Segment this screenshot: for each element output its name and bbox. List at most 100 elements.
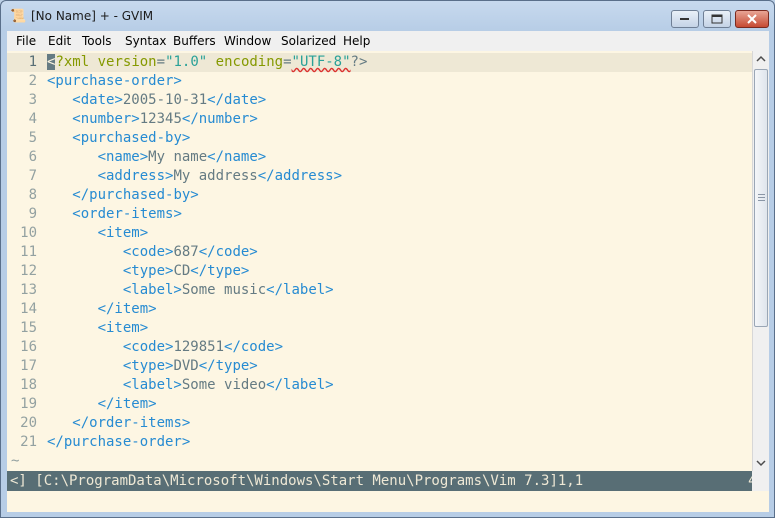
- menu-window[interactable]: Window: [224, 34, 271, 48]
- menu-solarized[interactable]: Solarized: [281, 34, 336, 48]
- attr-value: "UTF-8": [291, 54, 351, 70]
- menu-edit[interactable]: Edit: [48, 34, 71, 48]
- xml-tag: <type>: [122, 358, 174, 374]
- attr-eq: =: [283, 54, 292, 70]
- xml-text: 687: [173, 244, 199, 260]
- code-line: 18 <label>Some video</label>: [7, 376, 752, 395]
- xml-tag: <item>: [97, 320, 149, 336]
- line-number: 18: [20, 377, 37, 393]
- code-line: 13 <label>Some music</label>: [7, 281, 752, 300]
- attr-eq: =: [156, 54, 166, 70]
- code-line: 19 </item>: [7, 395, 752, 414]
- grip-line: [758, 194, 765, 195]
- command-line[interactable]: [7, 491, 769, 512]
- xml-tag: <order-items>: [72, 206, 182, 222]
- attr-value: "1.0": [165, 54, 208, 70]
- line-number: 11: [20, 244, 37, 260]
- window-title: [No Name] + - GVIM: [31, 9, 154, 23]
- xml-tag: <address>: [97, 168, 174, 184]
- maximize-button[interactable]: [703, 10, 731, 28]
- scroll-down-button[interactable]: [753, 454, 769, 471]
- title-bar[interactable]: 📜 [No Name] + - GVIM: [1, 1, 774, 31]
- code-line: 14 </item>: [7, 300, 752, 319]
- line-number: 20: [20, 415, 37, 431]
- line-number: 19: [20, 396, 37, 412]
- code-line: 17 <type>DVD</type>: [7, 357, 752, 376]
- xml-tag: </address>: [257, 168, 343, 184]
- code-line: 7 <address>My address</address>: [7, 167, 752, 186]
- line-number: 1: [28, 54, 37, 70]
- xml-tag: </type>: [190, 263, 250, 279]
- xml-tag: </code>: [224, 339, 284, 355]
- xml-tag: </purchase-order>: [47, 434, 191, 450]
- code-line: 15 <item>: [7, 319, 752, 338]
- minimize-button[interactable]: [671, 10, 699, 28]
- code-line: 11 <code>687</code>: [7, 243, 752, 262]
- xml-text: Some video: [181, 377, 267, 393]
- line-number: 7: [28, 168, 37, 184]
- attr-name: encoding: [215, 54, 284, 70]
- code-line: 4 <number>12345</number>: [7, 110, 752, 129]
- line-number: 8: [28, 187, 37, 203]
- xml-text: 2005-10-31: [122, 92, 208, 108]
- xml-tag: <label>: [122, 282, 182, 298]
- line-number: 4: [28, 111, 37, 127]
- line-number: 21: [20, 434, 37, 450]
- xml-decl-name: xml: [63, 54, 90, 70]
- line-number: 16: [20, 339, 37, 355]
- xml-decl-punct: ?: [55, 54, 64, 70]
- xml-tag: </code>: [198, 244, 258, 260]
- xml-tag: </name>: [207, 149, 267, 165]
- xml-tag: <date>: [72, 92, 123, 108]
- xml-text: Some music: [181, 282, 267, 298]
- xml-tag: <number>: [72, 111, 140, 127]
- xml-text: 12345: [139, 111, 182, 127]
- code-line: 5 <purchased-by>: [7, 129, 752, 148]
- xml-tag: </label>: [266, 377, 334, 393]
- line-number: 10: [20, 225, 37, 241]
- code-line: 3 <date>2005-10-31</date>: [7, 91, 752, 110]
- chevron-down-icon: [756, 460, 766, 467]
- menu-buffers[interactable]: Buffers: [173, 34, 216, 48]
- menu-help[interactable]: Help: [343, 34, 370, 48]
- size-grip[interactable]: [752, 471, 769, 491]
- line-number: 9: [28, 206, 37, 222]
- status-line: <] [C:\ProgramData\Microsoft\Windows\Sta…: [7, 471, 769, 491]
- line-number: 15: [20, 320, 37, 336]
- close-button[interactable]: [735, 10, 769, 28]
- empty-line-marker: ~: [11, 453, 20, 469]
- grip-line: [758, 200, 765, 201]
- code-line: 1 <?xml version="1.0" encoding="UTF-8"?>: [7, 53, 752, 72]
- menu-tools[interactable]: Tools: [82, 34, 112, 48]
- line-number: 3: [28, 92, 37, 108]
- code-line: 8 </purchased-by>: [7, 186, 752, 205]
- line-number: 14: [20, 301, 37, 317]
- code-line: 2 <purchase-order>: [7, 72, 752, 91]
- scroll-up-button[interactable]: [753, 51, 769, 68]
- xml-text: My address: [173, 168, 258, 184]
- code-line: 9 <order-items>: [7, 205, 752, 224]
- scrollbar-thumb[interactable]: [754, 69, 768, 327]
- xml-text: DVD: [173, 358, 199, 374]
- vertical-scrollbar[interactable]: [752, 51, 769, 471]
- xml-tag: </label>: [266, 282, 334, 298]
- xml-tag: </purchased-by>: [72, 187, 199, 203]
- text-editor[interactable]: 1 <?xml version="1.0" encoding="UTF-8"?> …: [7, 51, 752, 471]
- code-line: 21 </purchase-order>: [7, 433, 752, 452]
- line-number: 12: [20, 263, 37, 279]
- xml-text: My name: [148, 149, 208, 165]
- xml-tag: <code>: [122, 339, 174, 355]
- gvim-icon[interactable]: 📜: [10, 9, 26, 24]
- close-icon: [747, 14, 757, 24]
- gvim-window: 📜 [No Name] + - GVIM File Edit Tools Syn…: [0, 0, 775, 518]
- menu-file[interactable]: File: [16, 34, 36, 48]
- line-number: 6: [28, 149, 37, 165]
- xml-tag: </type>: [198, 358, 258, 374]
- minimize-icon: [680, 18, 689, 20]
- xml-decl-close: ?>: [350, 54, 368, 70]
- xml-tag: </number>: [181, 111, 258, 127]
- xml-tag: </date>: [207, 92, 267, 108]
- xml-tag: <purchased-by>: [72, 130, 191, 146]
- xml-tag: <name>: [97, 149, 149, 165]
- menu-syntax[interactable]: Syntax: [125, 34, 166, 48]
